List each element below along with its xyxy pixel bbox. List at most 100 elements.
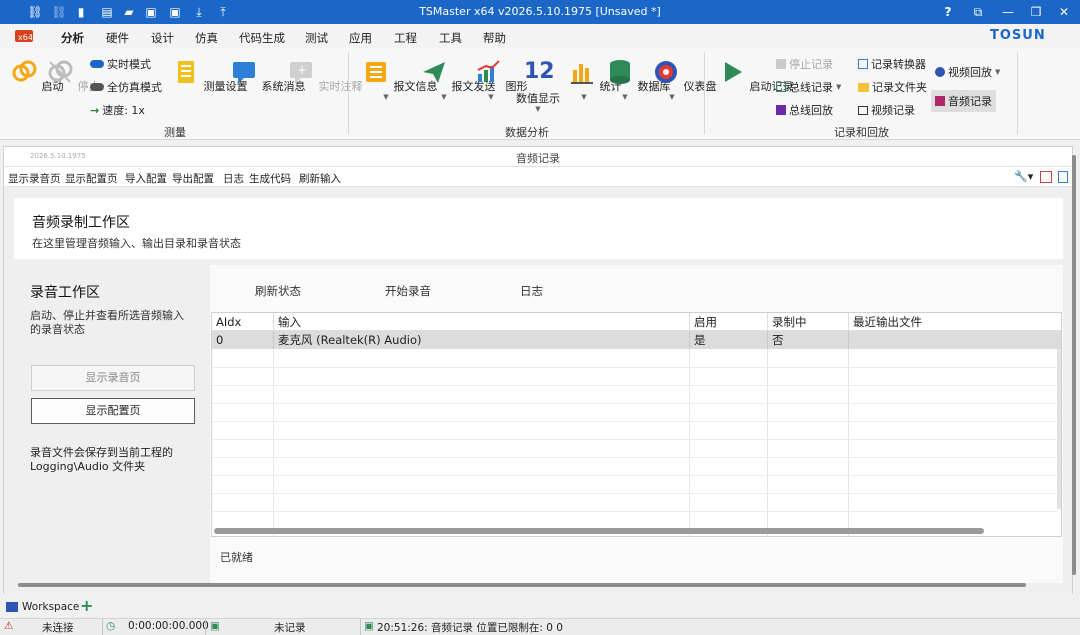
dropdown-caret-icon[interactable]: ▼ bbox=[995, 68, 1000, 76]
start-logging-button[interactable]: 启动记录 bbox=[718, 58, 794, 94]
column-header-recording[interactable]: 录制中 bbox=[768, 313, 849, 331]
menu-test[interactable]: 测试 bbox=[305, 30, 328, 46]
menu-help[interactable]: 帮助 bbox=[483, 30, 506, 46]
database-button[interactable]: 数据库 ▼ bbox=[606, 58, 671, 101]
cell-enabled[interactable]: 是 bbox=[690, 331, 768, 349]
cell-last-output[interactable] bbox=[849, 331, 1061, 349]
dashboard-icon bbox=[655, 61, 677, 83]
video-record-button[interactable]: 视频记录 bbox=[858, 102, 915, 118]
last-message: 20:51:26: 音频记录 位置已限制在: 0 0 bbox=[377, 622, 563, 634]
restore-layout-icon[interactable]: ⧉ bbox=[964, 0, 992, 24]
minimize-button[interactable]: — bbox=[994, 0, 1022, 24]
toolbar-log[interactable]: 日志 bbox=[223, 171, 244, 186]
message-send-button[interactable]: 报文发送 ▼ bbox=[420, 58, 496, 101]
unlink-stop-icon bbox=[48, 60, 73, 83]
bus-playback-button[interactable]: 总线回放 bbox=[776, 102, 833, 118]
toolbar-show-record-page[interactable]: 显示录音页 bbox=[8, 171, 61, 186]
grid-line bbox=[212, 421, 1057, 422]
fullsim-mode-toggle[interactable]: 全仿真模式 bbox=[90, 79, 162, 95]
database-icon bbox=[610, 60, 630, 84]
video-playback-button[interactable]: 视频回放 ▼ bbox=[935, 64, 1000, 80]
log-converter-button[interactable]: 记录转换器 bbox=[858, 56, 926, 72]
toolbar-generate-code[interactable]: 生成代码 bbox=[249, 171, 291, 186]
panel-title: 录音工作区 bbox=[30, 285, 100, 301]
video-play-icon bbox=[935, 67, 945, 77]
wrench-icon[interactable]: 🔧▾ bbox=[1014, 170, 1033, 183]
grid-line bbox=[212, 493, 1057, 494]
video-playback-label: 视频回放 bbox=[948, 66, 992, 79]
cell-input[interactable]: 麦克风 (Realtek(R) Audio) bbox=[274, 331, 690, 349]
help-button[interactable]: ? bbox=[934, 0, 962, 24]
column-header-last-output[interactable]: 最近输出文件 bbox=[849, 313, 1061, 331]
dock-icon[interactable] bbox=[1058, 171, 1068, 183]
ribbon-separator bbox=[704, 52, 705, 134]
graph-button[interactable]: 图形 ▼ bbox=[474, 58, 528, 101]
system-message-button[interactable]: 系统消息 bbox=[230, 58, 306, 94]
close-button[interactable]: ✕ bbox=[1050, 0, 1078, 24]
workspace-bar: Workspace + bbox=[0, 596, 1080, 617]
outer-vertical-scrollbar[interactable] bbox=[1072, 155, 1076, 575]
status-row: 已就绪 bbox=[210, 537, 1063, 583]
column-header-input[interactable]: 输入 bbox=[274, 313, 690, 331]
numeric-display-button[interactable]: 12 数值显示 ▼ bbox=[514, 58, 562, 113]
menu-hardware[interactable]: 硬件 bbox=[106, 30, 129, 46]
cell-recording[interactable]: 否 bbox=[768, 331, 849, 349]
toolbar-import-config[interactable]: 导入配置 bbox=[125, 171, 167, 186]
maximize-button[interactable]: ❐ bbox=[1022, 0, 1050, 24]
start-button[interactable]: 启动 bbox=[10, 58, 64, 94]
recording-status: 未记录 bbox=[274, 622, 306, 634]
vertical-scrollbar[interactable] bbox=[1057, 349, 1061, 509]
add-workspace-button[interactable]: + bbox=[80, 596, 93, 615]
menu-tools[interactable]: 工具 bbox=[439, 30, 462, 46]
speed-label: 速度: 1x bbox=[102, 104, 145, 117]
stop-button[interactable]: 停止 bbox=[46, 58, 100, 94]
speed-setting[interactable]: → 速度: 1x bbox=[90, 102, 145, 118]
message-info-button[interactable]: 报文信息 ▼ bbox=[362, 58, 438, 101]
save-location-note: 录音文件会保存到当前工程的 Logging\Audio 文件夹 bbox=[30, 446, 173, 473]
realtime-annotation-label: 实时注释 bbox=[318, 80, 363, 93]
stop-square-icon bbox=[776, 59, 786, 69]
log-status-icon: ▣ bbox=[210, 620, 220, 632]
cell-aidx[interactable]: 0 bbox=[212, 331, 274, 349]
log-folder-label: 记录文件夹 bbox=[872, 81, 927, 94]
window-header: 2026.5.10.1975 音频记录 bbox=[4, 147, 1072, 167]
show-record-page-button[interactable]: 显示录音页 bbox=[31, 365, 195, 391]
measure-setup-icon bbox=[178, 61, 194, 83]
panel-description: 启动、停止并查看所选音频输入的录音状态 bbox=[30, 309, 184, 336]
toolbar-export-config[interactable]: 导出配置 bbox=[172, 171, 214, 186]
menu-design[interactable]: 设计 bbox=[151, 30, 174, 46]
workspace-tab[interactable]: Workspace bbox=[6, 599, 79, 615]
menu-simulation[interactable]: 仿真 bbox=[195, 30, 218, 46]
measure-setup-button[interactable]: 测量设置 bbox=[172, 58, 248, 94]
log-folder-button[interactable]: 记录文件夹 bbox=[858, 79, 927, 95]
show-config-page-button[interactable]: 显示配置页 bbox=[31, 398, 195, 424]
bus-logging-button[interactable]: 总线记录 ▼ bbox=[776, 79, 841, 95]
dropdown-caret-icon[interactable]: ▼ bbox=[836, 83, 841, 91]
column-header-enabled[interactable]: 启用 bbox=[690, 313, 768, 331]
toggle-off-icon bbox=[90, 83, 104, 91]
folder-icon bbox=[858, 82, 869, 92]
stop-logging-button[interactable]: 停止记录 bbox=[776, 56, 833, 72]
close-window-icon[interactable] bbox=[1040, 171, 1052, 183]
realtime-label: 实时模式 bbox=[107, 58, 151, 71]
horizontal-scrollbar[interactable] bbox=[214, 528, 984, 534]
group-analysis-label: 数据分析 bbox=[505, 126, 549, 139]
tab-refresh-status[interactable]: 刷新状态 bbox=[255, 283, 301, 299]
menu-codegen[interactable]: 代码生成 bbox=[239, 30, 285, 46]
column-header-aidx[interactable]: AIdx bbox=[212, 313, 274, 331]
menu-application[interactable]: 应用 bbox=[349, 30, 372, 46]
statistics-button[interactable]: 统计 ▼ bbox=[568, 58, 622, 101]
video-record-label: 视频记录 bbox=[871, 104, 915, 117]
outer-horizontal-scrollbar[interactable] bbox=[18, 583, 1026, 587]
tab-log[interactable]: 日志 bbox=[520, 283, 543, 299]
toolbar-refresh-input[interactable]: 刷新输入 bbox=[299, 171, 341, 186]
toolbar-show-config-page[interactable]: 显示配置页 bbox=[65, 171, 118, 186]
status-separator bbox=[102, 619, 103, 635]
ribbon-separator bbox=[348, 52, 349, 134]
tab-start-recording[interactable]: 开始录音 bbox=[385, 283, 431, 299]
realtime-annotation-button[interactable]: + 实时注释 bbox=[287, 58, 363, 94]
menu-project[interactable]: 工程 bbox=[394, 30, 417, 46]
dashboard-button[interactable]: 仪表盘 ▼ bbox=[652, 58, 717, 101]
audio-record-button[interactable]: 音频记录 bbox=[931, 90, 996, 112]
realtime-mode-toggle[interactable]: 实时模式 bbox=[90, 56, 151, 72]
